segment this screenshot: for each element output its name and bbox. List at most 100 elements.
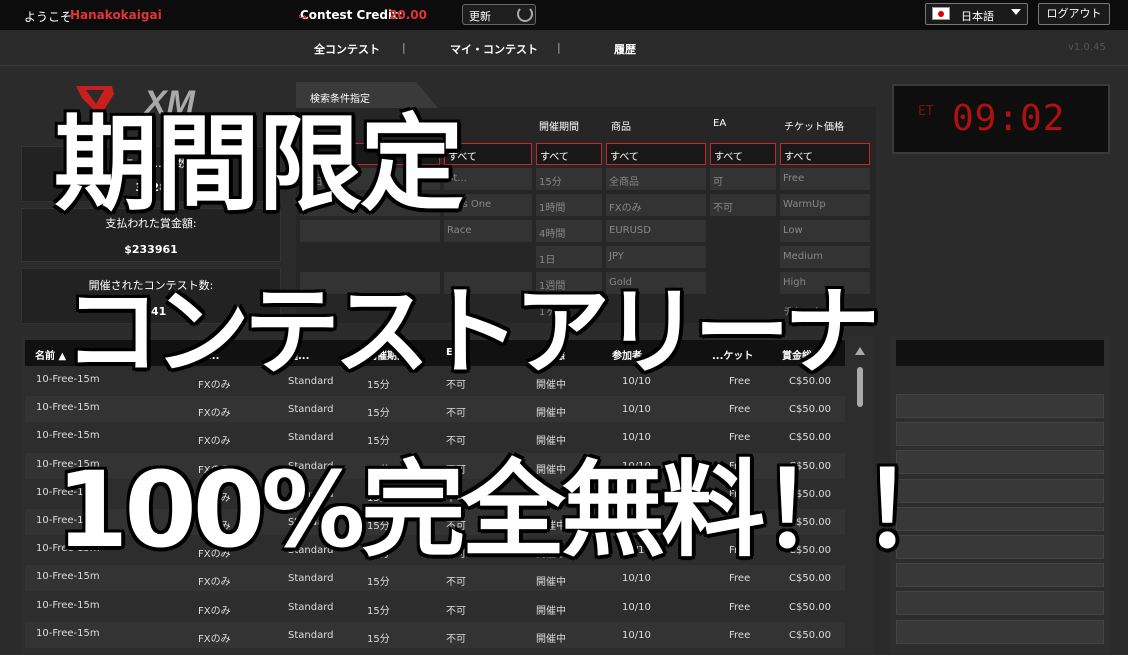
search-option-ticket[interactable]: WarmUp [780,194,870,216]
cell-ticket: Free [729,432,751,444]
search-option-ea[interactable] [710,220,776,242]
cell-name: 10-Free-15m [36,599,100,611]
logout-button[interactable]: ログアウト [1038,3,1110,25]
cell-prize: C$50.00 [789,629,831,641]
welcome-text: ようこそ [24,10,73,24]
cell-period: 15分 [367,633,390,645]
search-option-ea[interactable]: 不可 [710,194,776,216]
cell-type: Standard [288,629,334,641]
cell-type: Standard [288,432,334,444]
table-row[interactable] [25,424,845,450]
contest-credit-value: 20.00 [389,8,427,22]
cell-prize: C$50.00 [789,432,831,444]
search-option-product[interactable]: EURUSD [606,220,706,242]
clock-timezone: ET [918,104,934,119]
tab-my-contests[interactable]: マイ・コンテスト [450,41,538,57]
cell-product: FXのみ [198,408,231,420]
search-option-product[interactable]: FXのみ [606,194,706,216]
version-text: v1.0.45 [1068,42,1106,53]
nav-separator: | [402,41,406,54]
search-option-product[interactable]: 全商品 [606,168,706,190]
search-option-ea[interactable] [710,246,776,268]
cell-status: 開催中 [536,408,566,420]
cell-ticket: Free [729,629,751,641]
cell-ea: 不可 [446,577,466,589]
clock-panel: ET 09:02 [892,84,1110,154]
cell-prize: C$50.00 [789,573,831,585]
language-select[interactable]: 日本語 [925,3,1028,25]
search-select-ticket[interactable]: すべて [780,143,870,165]
cell-period: 15分 [367,577,390,589]
cell-name: 10-Free-15m [36,430,100,442]
cell-product: FXのみ [198,436,231,448]
nav-bar [0,30,1128,66]
refresh-icon [517,6,533,22]
cell-period: 15分 [367,436,390,448]
details-panel-header [896,340,1104,366]
promo-line-2: コンテストアリーナ [64,276,880,388]
cell-ea: 不可 [446,605,466,617]
tab-all-contests[interactable]: 全コンテスト [314,41,380,57]
cell-name: 10-Free-15m [36,627,100,639]
japan-flag-icon [932,7,950,20]
search-select-ea[interactable]: すべて [710,143,776,165]
search-header: EA [713,118,727,129]
cell-ea: 不可 [446,436,466,448]
details-row [896,619,1104,644]
cell-status: 開催中 [536,633,566,645]
promo-line-1: 期間限定 [54,103,464,225]
search-option-ticket[interactable]: Low [780,220,870,242]
details-row [896,422,1104,447]
cell-prize: C$50.00 [789,601,831,613]
search-option-product[interactable]: JPY [606,246,706,268]
language-label: 日本語 [961,10,994,23]
table-row[interactable] [25,621,845,648]
cell-participants: 10/10 [622,404,651,416]
cell-period: 15分 [367,605,390,617]
cell-ea: 不可 [446,633,466,645]
search-header: 商品 [611,122,631,133]
chevron-down-icon [1011,9,1021,15]
search-select-period[interactable]: すべて [536,143,602,165]
cell-period: 15分 [367,408,390,420]
username: Hanakokaigai [70,8,162,22]
search-header: 開催期間 [539,122,579,133]
search-select-product[interactable]: すべて [606,143,706,165]
tab-history[interactable]: 履歴 [614,41,636,57]
search-option-ticket[interactable]: Medium [780,246,870,268]
cell-product: FXのみ [198,633,231,645]
details-row [896,591,1104,616]
stat-value: $233961 [124,243,178,256]
search-option-ea[interactable]: 可 [710,168,776,190]
cell-ticket: Free [729,573,751,585]
search-option-period[interactable]: 15分 [536,168,602,190]
cell-ea: 不可 [446,408,466,420]
cell-participants: 10/10 [622,601,651,613]
search-option-ticket[interactable]: Free [780,168,870,190]
cell-ticket: Free [729,404,751,416]
column-header-name[interactable]: 名前 ▲ [35,347,66,362]
cell-status: 開催中 [536,605,566,617]
refresh-label: 更新 [469,10,491,23]
search-option-kind[interactable] [444,246,532,268]
search-option-period[interactable]: 1時間 [536,194,602,216]
refresh-button[interactable]: 更新 [462,4,536,25]
cell-type: Standard [288,601,334,613]
table-row[interactable] [25,396,845,423]
search-option-period[interactable]: 1日 [536,246,602,268]
contest-credit-label: Contest Credit: [300,8,403,22]
cell-status: 開催中 [536,577,566,589]
promo-line-3: 100%完全無料！！ [56,449,965,571]
cell-product: FXのみ [198,605,231,617]
table-row[interactable] [25,594,845,620]
cell-status: 開催中 [536,436,566,448]
cell-ticket: Free [729,601,751,613]
cell-product: FXのみ [198,577,231,589]
cell-name: 10-Free-15m [36,402,100,414]
search-option-type[interactable] [300,246,440,268]
search-option-period[interactable]: 4時間 [536,220,602,242]
cell-participants: 10/10 [622,629,651,641]
cell-type: Standard [288,573,334,585]
cell-participants: 10/10 [622,573,651,585]
cell-name: 10-Free-15m [36,571,100,583]
